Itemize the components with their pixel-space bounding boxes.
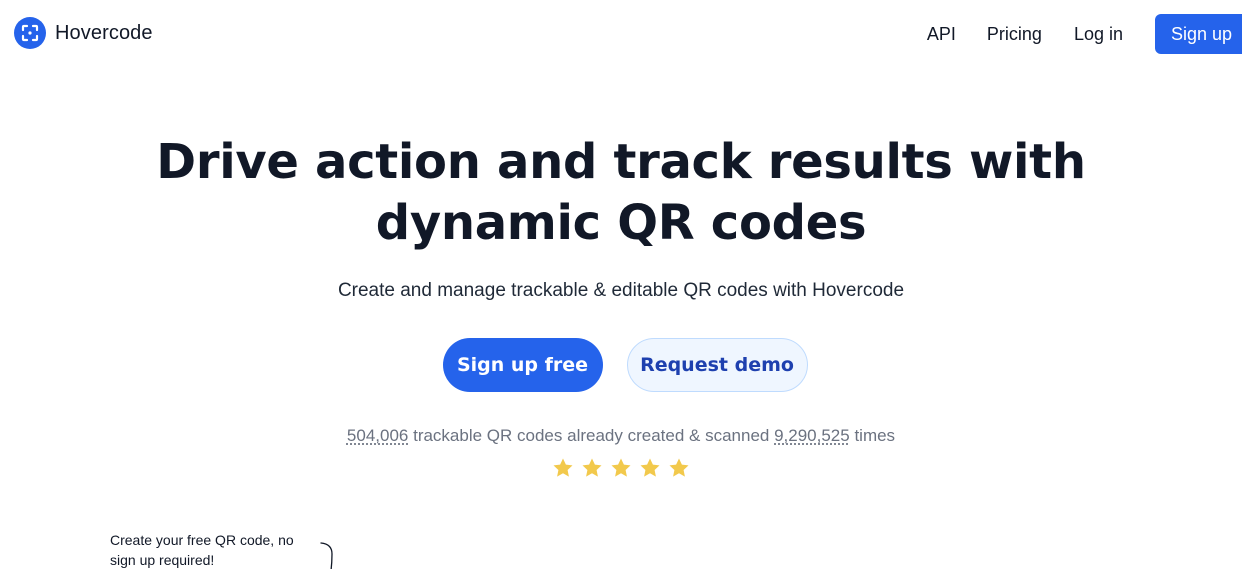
nav-link-api[interactable]: API [927, 14, 956, 54]
star-icon [669, 458, 689, 477]
created-count: 504,006 [346, 426, 409, 445]
request-demo-button[interactable]: Request demo [626, 338, 808, 392]
qr-frame-logo-icon [14, 17, 46, 49]
nav-link-pricing[interactable]: Pricing [987, 14, 1042, 54]
nav-link-login[interactable]: Log in [1074, 14, 1123, 54]
star-icon [582, 458, 602, 477]
hero-subtitle: Create and manage trackable & editable Q… [337, 280, 905, 301]
star-rating [0, 456, 1242, 480]
free-qr-note: Create your free QR code, no sign up req… [110, 532, 294, 568]
signup-button[interactable]: Sign up [1155, 14, 1242, 54]
hero-title: Drive action and track results with dyna… [0, 132, 1242, 254]
stats-suffix: times [849, 426, 896, 445]
site-header: Hovercode API Pricing Log in Sign up [0, 0, 1242, 68]
brand-name: Hovercode [55, 22, 153, 44]
page: Hovercode API Pricing Log in Sign up Dri… [0, 0, 1242, 569]
stats-text: trackable QR codes already created & sca… [408, 426, 775, 445]
usage-stats: 504,006 trackable QR codes already creat… [0, 426, 1242, 446]
star-icon [611, 458, 631, 477]
brand-link[interactable]: Hovercode [14, 17, 153, 49]
star-icon [640, 458, 660, 477]
star-icon [553, 458, 573, 477]
main-nav: API Pricing Log in Sign up [927, 14, 1242, 54]
curved-arrow-icon [320, 542, 333, 569]
hero-title-line-2: dynamic QR codes [375, 195, 867, 251]
hero-title-line-1: Drive action and track results with [156, 134, 1086, 190]
cta-group: Sign up free Request demo [0, 338, 1242, 392]
scanned-count: 9,290,525 [774, 426, 850, 445]
signup-free-button[interactable]: Sign up free [442, 338, 603, 392]
